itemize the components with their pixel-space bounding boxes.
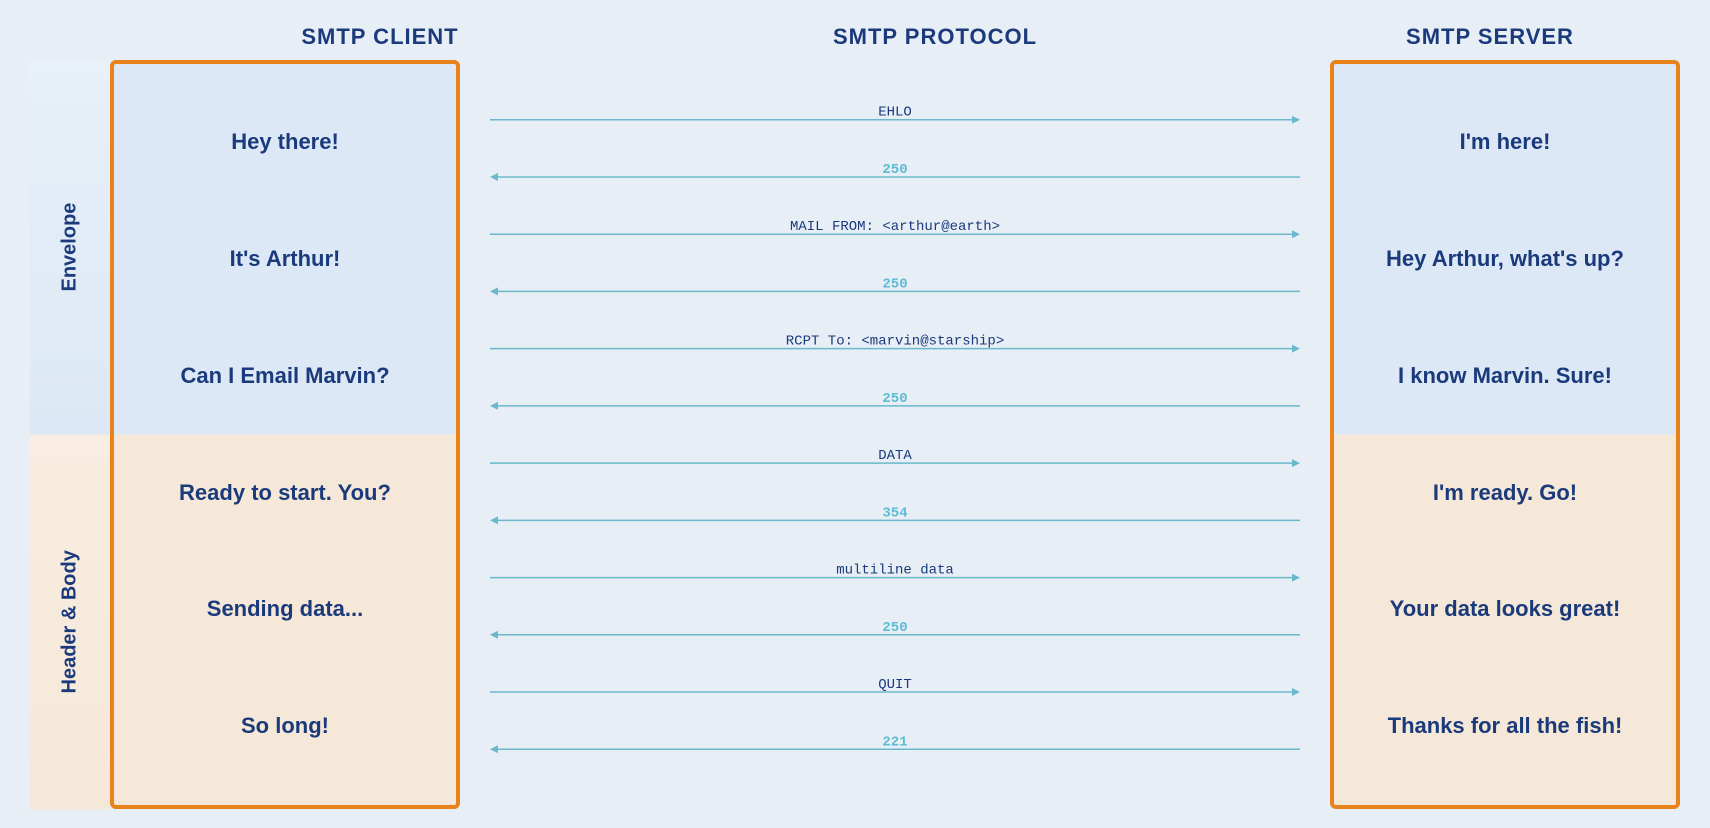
svg-text:multiline data: multiline data — [836, 563, 954, 579]
server-msg-5: Thanks for all the fish! — [1388, 712, 1623, 741]
diagram-wrapper: SMTP CLIENT SMTP PROTOCOL SMTP SERVER En… — [30, 24, 1680, 804]
client-header: SMTP CLIENT — [190, 24, 570, 50]
protocol-area: EHLO 250 MAIL FROM: <arthur@earth> 250 RCPT … — [460, 60, 1330, 809]
server-msg-1: Hey Arthur, what's up? — [1386, 245, 1624, 274]
envelope-label: Envelope — [30, 60, 110, 435]
svg-text:221: 221 — [882, 734, 907, 750]
client-msg-2: Can I Email Marvin? — [180, 362, 389, 391]
svg-text:250: 250 — [882, 276, 907, 292]
client-msg-3: Ready to start. You? — [179, 479, 391, 508]
svg-text:RCPT To: <marvin@starship>: RCPT To: <marvin@starship> — [786, 334, 1004, 350]
client-msg-0: Hey there! — [231, 128, 339, 157]
client-msg-5: So long! — [241, 712, 329, 741]
svg-text:MAIL FROM: <arthur@earth>: MAIL FROM: <arthur@earth> — [790, 219, 1000, 235]
svg-text:354: 354 — [882, 505, 907, 521]
svg-text:250: 250 — [882, 162, 907, 178]
client-msg-4: Sending data... — [207, 595, 363, 624]
svg-text:250: 250 — [882, 620, 907, 636]
client-msg-1: It's Arthur! — [230, 245, 341, 274]
client-box: Hey there! It's Arthur! Can I Email Marv… — [110, 60, 460, 809]
server-msg-2: I know Marvin. Sure! — [1398, 362, 1612, 391]
svg-text:EHLO: EHLO — [878, 105, 912, 121]
server-msg-0: I'm here! — [1460, 128, 1551, 157]
body-label: Header & Body — [30, 435, 110, 810]
svg-text:250: 250 — [882, 391, 907, 407]
protocol-header: SMTP PROTOCOL — [570, 24, 1300, 50]
server-header: SMTP SERVER — [1300, 24, 1680, 50]
server-box: I'm here! Hey Arthur, what's up? I know … — [1330, 60, 1680, 809]
main-diagram: Envelope Header & Body Hey there! It's A… — [30, 60, 1680, 809]
svg-text:DATA: DATA — [878, 448, 912, 464]
server-msg-4: Your data looks great! — [1390, 595, 1621, 624]
left-labels: Envelope Header & Body — [30, 60, 110, 809]
svg-text:QUIT: QUIT — [878, 677, 912, 693]
server-msg-3: I'm ready. Go! — [1433, 479, 1577, 508]
column-headers: SMTP CLIENT SMTP PROTOCOL SMTP SERVER — [30, 24, 1680, 50]
